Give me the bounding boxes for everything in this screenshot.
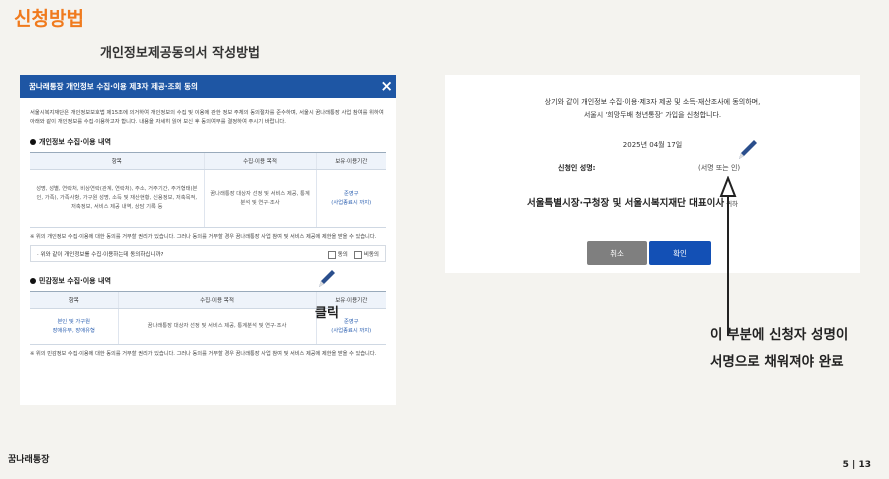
click-label: 클릭 <box>315 306 339 321</box>
consent-question: · 위와 같이 개인정보를 수집·이용하는데 동의하십니까? <box>37 251 164 258</box>
consent-question-box: · 위와 같이 개인정보를 수집·이용하는데 동의하십니까? 동의 비동의 <box>30 245 386 262</box>
table-row: 성명, 성별, 연락처, 비상연락(관계, 연락처), 주소, 거주기간, 주거… <box>30 169 386 228</box>
agree-label: 동의 <box>337 252 348 258</box>
arrow-up-icon <box>719 176 737 336</box>
refusal-note: ※ 위의 개인정보 수집·이용에 대한 동의를 거부할 권리가 있습니다. 그러… <box>30 234 377 240</box>
bullet-icon <box>30 139 36 145</box>
signature-panel: 상기와 같이 개인정보 수집·이용·제3자 제공 및 소득·재산조사에 동의하며… <box>445 75 860 273</box>
table-cell: 본인 및 가구원 장애유무, 장애유형 <box>30 308 118 345</box>
pen-icon <box>319 270 335 287</box>
signature-statement-1: 상기와 같이 개인정보 수집·이용·제3자 제공 및 소득·재산조사에 동의하며… <box>544 98 761 106</box>
agree-option[interactable]: 동의 <box>327 250 348 259</box>
sensitive-refusal-note: ※ 위의 민감정보 수집·이용에 대한 동의를 거부할 권리가 있습니다. 그러… <box>30 351 377 357</box>
table-header: 항목 <box>30 291 118 309</box>
table-header: 보유·이용기간 <box>315 152 386 170</box>
disagree-label: 비동의 <box>363 252 379 258</box>
disagree-option[interactable]: 비동의 <box>353 250 379 259</box>
agree-checkbox[interactable] <box>327 250 336 259</box>
disagree-checkbox[interactable] <box>353 250 362 259</box>
table-header: 수집·이용 목적 <box>117 291 316 309</box>
consent-intro-text: 서울시복지재단은 개인정보보호법 제15조에 의거하여 개인정보의 수집 및 이… <box>30 110 384 125</box>
signature-field[interactable]: (서명 또는 인) <box>698 163 740 173</box>
page-subtitle: 개인정보제공동의서 작성방법 <box>100 46 261 61</box>
recipient-org: 서울특별시장·구청장 및 서울시복지재단 대표이사 귀하 <box>527 195 738 209</box>
application-date: 2025년 04월 17일 <box>622 141 683 149</box>
table-header: 수집·이용 목적 <box>203 152 316 170</box>
consent-options: 동의 비동의 <box>327 250 379 259</box>
section-personal-info: 개인정보 수집·이용 내역 <box>20 127 396 147</box>
footer-brand: 꿈나래통장 <box>8 455 50 465</box>
consent-form-panel: 꿈나래통장 개인정보 수집·이용 제3자 제공·조회 동의 × 서울시복지재단은… <box>20 75 396 405</box>
annotation-line-2: 서명으로 채워져야 완료 <box>710 354 844 370</box>
cancel-button[interactable]: 취소 <box>587 241 647 265</box>
bullet-icon <box>30 278 36 284</box>
recipient-org-name: 서울특별시장·구청장 및 서울시복지재단 대표이사 <box>527 198 725 209</box>
table-cell: 성명, 성별, 연락처, 비상연락(관계, 연락처), 주소, 거주기간, 주거… <box>30 169 204 228</box>
table-cell: 꿈나래통장 대상자 선정 및 서비스 제공, 통계분석 및 연구·조사 <box>117 308 316 345</box>
section-sensitive-info-label: 민감정보 수집·이용 내역 <box>39 277 111 285</box>
section-personal-info-label: 개인정보 수집·이용 내역 <box>39 138 111 146</box>
section-sensitive-info: 민감정보 수집·이용 내역 <box>20 262 396 286</box>
consent-form-header: 꿈나래통장 개인정보 수집·이용 제3자 제공·조회 동의 × <box>20 75 396 98</box>
page-number: 5 | 13 <box>842 460 871 470</box>
pen-icon <box>739 140 757 159</box>
consent-form-title: 꿈나래통장 개인정보 수집·이용 제3자 제공·조회 동의 <box>29 82 198 91</box>
close-icon[interactable]: × <box>380 76 393 96</box>
table-cell: 준영구 (사업종료시 까지) <box>315 169 386 228</box>
annotation-line-1: 이 부분에 신청자 성명이 <box>710 327 849 343</box>
table-cell: 꿈나래통장 대상자 선정 및 서비스 제공, 통계분석 및 연구·조사 <box>203 169 316 228</box>
signature-statement-2: 서울시 '희망두배 청년통장' 가입을 신청합니다. <box>583 111 722 119</box>
table-header: 항목 <box>30 152 204 170</box>
applicant-label: 신청인 성명: <box>558 164 596 172</box>
page-title: 신청방법 <box>14 8 84 30</box>
annotation-text: 이 부분에 신청자 성명이 서명으로 채워져야 완료 <box>710 322 848 376</box>
personal-info-table: 항목 수집·이용 목적 보유·이용기간 성명, 성별, 연락처, 비상연락(관계… <box>30 152 386 228</box>
confirm-button[interactable]: 확인 <box>649 241 711 265</box>
